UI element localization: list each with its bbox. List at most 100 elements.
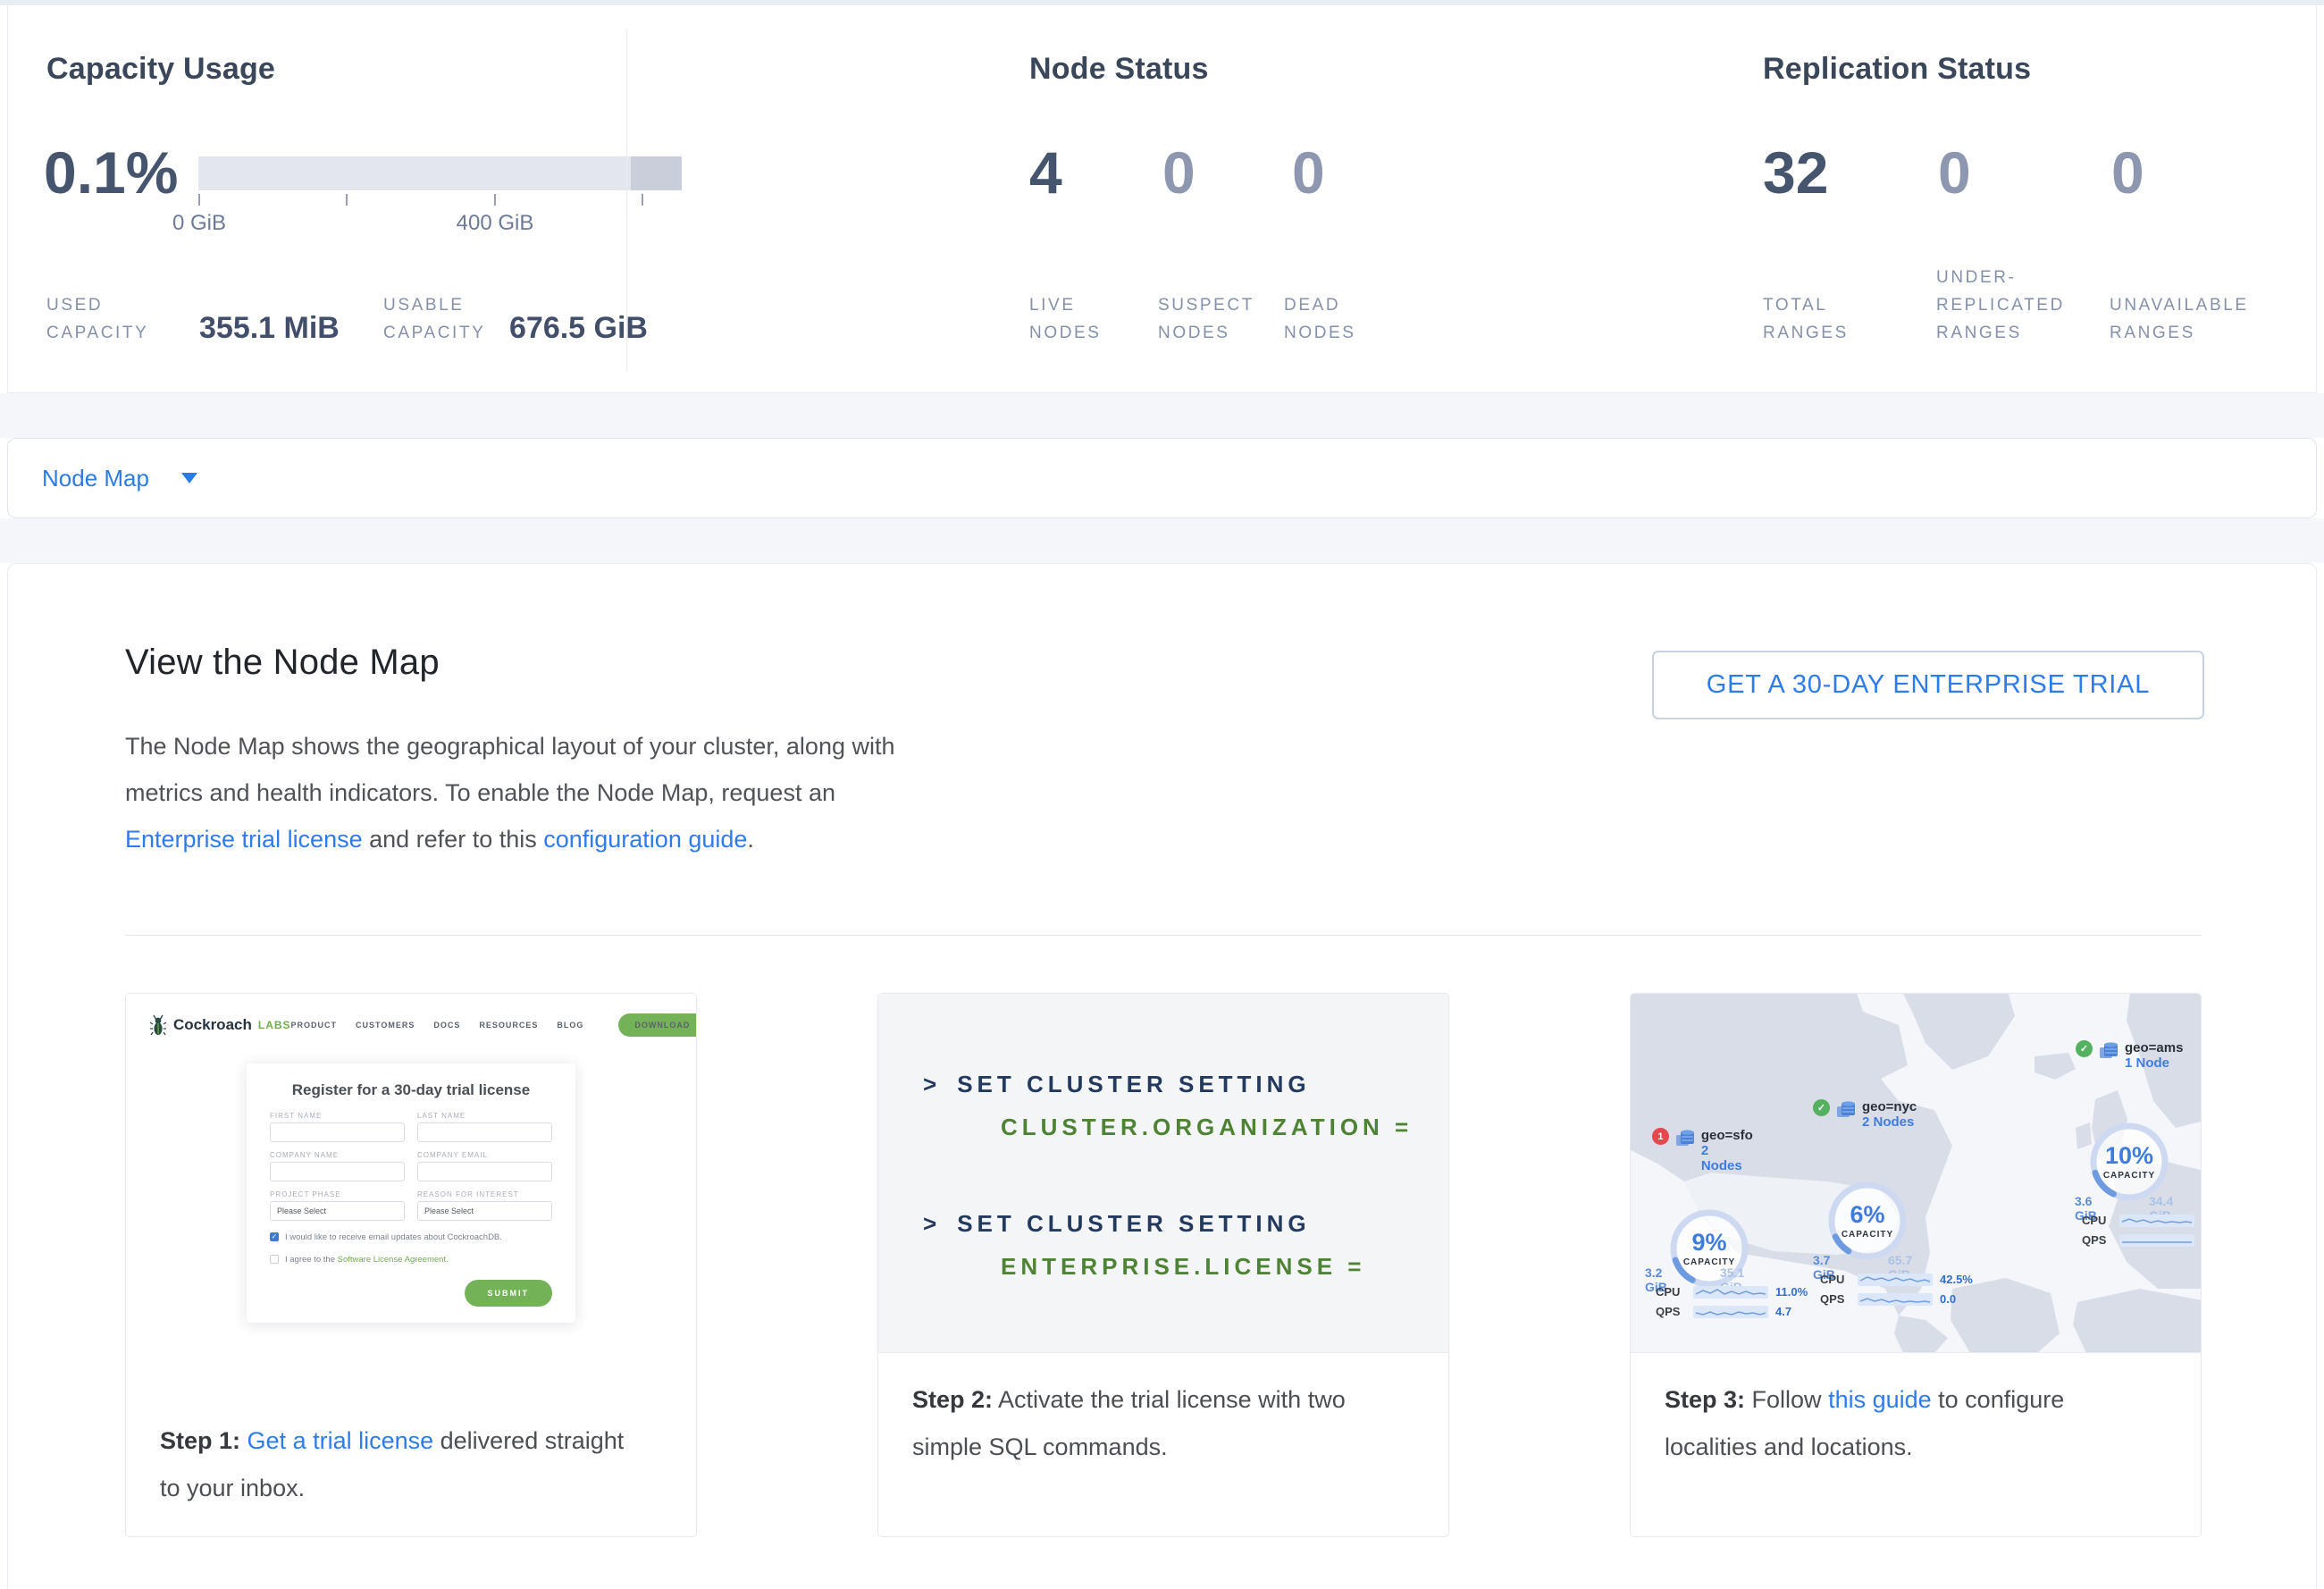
mini-field: FIRST NAME <box>270 1112 405 1142</box>
unavailable-label: UNAVAILABLE RANGES <box>2110 291 2249 347</box>
step3-caption-pre: Follow <box>1745 1386 1828 1413</box>
cpu-value: 42.5% <box>1940 1273 1973 1286</box>
qps-label: QPS <box>2082 1233 2112 1247</box>
capacity-usage-title: Capacity Usage <box>46 52 275 87</box>
mini-field-label: COMPANY NAME <box>270 1151 405 1159</box>
node-status-title: Node Status <box>1029 52 1209 87</box>
dead-nodes-count: 0 <box>1292 141 1325 204</box>
cpu-label: CPU <box>1820 1273 1850 1286</box>
used-capacity-value: 355.1 MiB <box>199 311 340 346</box>
suspect-nodes-label: SUSPECT NODES <box>1158 291 1254 347</box>
total-ranges-label: TOTAL RANGES <box>1763 291 1849 347</box>
step1-label: Step 1: <box>160 1427 240 1454</box>
mini-checkbox-text: I would like to receive email updates ab… <box>285 1232 502 1243</box>
qps-row: QPS 0.0 <box>1820 1292 1956 1306</box>
replication-status-title: Replication Status <box>1763 52 2031 87</box>
capacity-gauge: 6% CAPACITY <box>1823 1176 1912 1265</box>
cockroach-labs-logo: Cockroach LABS <box>149 1014 291 1036</box>
gauge-percent: 10% <box>2105 1142 2153 1169</box>
cpu-row: CPU 12.3% <box>2082 1214 2201 1227</box>
warning-badge-icon: 1 <box>1652 1128 1669 1145</box>
mini-submit-button: SUBMIT <box>465 1280 553 1307</box>
cpu-label: CPU <box>1656 1285 1686 1299</box>
sql-setting: CLUSTER.ORGANIZATION = <box>1001 1114 1413 1141</box>
live-nodes-count: 4 <box>1029 141 1062 204</box>
mini-text-input <box>417 1122 552 1142</box>
node-map-placeholder-panel: View the Node Map The Node Map shows the… <box>7 563 2317 1589</box>
step2-label: Step 2: <box>912 1386 993 1413</box>
node-map-dropdown[interactable]: Node Map <box>7 438 2317 518</box>
mini-nav: PRODUCT CUSTOMERS DOCS RESOURCES BLOG DO… <box>291 1013 697 1037</box>
get-trial-license-link[interactable]: Get a trial license <box>248 1427 434 1454</box>
cpu-sparkline <box>2119 1215 2194 1227</box>
sql-line: > SET CLUSTER SETTING <box>923 1071 1311 1098</box>
mini-form-title: Register for a 30-day trial license <box>270 1081 552 1099</box>
mini-site-header: Cockroach LABS PRODUCT CUSTOMERS DOCS RE… <box>126 994 696 1037</box>
mini-checkbox-row: ✓ I would like to receive email updates … <box>270 1232 552 1243</box>
sql-keyword: SET CLUSTER SETTING <box>957 1071 1310 1097</box>
mini-nav-item: BLOG <box>557 1021 583 1030</box>
gauge-capacity-label: CAPACITY <box>1842 1230 1893 1240</box>
live-nodes-label: LIVE NODES <box>1029 291 1102 347</box>
cpu-value: 11.0% <box>1775 1285 1808 1299</box>
this-guide-link[interactable]: this guide <box>1828 1386 1932 1413</box>
sql-keyword: SET CLUSTER SETTING <box>957 1210 1310 1237</box>
intro-text-3: . <box>747 826 754 853</box>
register-page-screenshot: Cockroach LABS PRODUCT CUSTOMERS DOCS RE… <box>126 994 696 1394</box>
mini-nav-item: CUSTOMERS <box>356 1021 415 1030</box>
brand-labs: LABS <box>258 1019 291 1031</box>
mini-field: PROJECT PHASE Please Select <box>270 1190 405 1221</box>
mini-submit-row: SUBMIT <box>270 1280 552 1307</box>
mini-checkbox-text-plain: I agree to the <box>285 1255 338 1265</box>
spacer-band <box>0 518 2324 563</box>
enterprise-trial-license-link[interactable]: Enterprise trial license <box>125 826 363 853</box>
intro-text-1: The Node Map shows the geographical layo… <box>125 733 895 806</box>
used-capacity-label: USED CAPACITY <box>46 291 148 347</box>
mini-select: Please Select <box>270 1201 405 1221</box>
locality-node-count: 2 Nodes <box>1862 1114 1917 1130</box>
sql-prompt: > <box>923 1071 941 1097</box>
mini-text-input <box>270 1162 405 1181</box>
configuration-guide-link[interactable]: configuration guide <box>543 826 747 853</box>
suspect-nodes-count: 0 <box>1162 141 1196 204</box>
step2-card: > SET CLUSTER SETTING CLUSTER.ORGANIZATIO… <box>877 993 1449 1537</box>
cockroach-icon <box>149 1014 167 1036</box>
qps-sparkline <box>1693 1306 1768 1318</box>
axis-tick-label-0: 0 GiB <box>172 211 226 236</box>
empty-checkbox-icon <box>270 1255 279 1264</box>
mini-checkbox-text: I agree to the Software License Agreemen… <box>285 1254 449 1265</box>
mini-nav-item: DOCS <box>433 1021 460 1030</box>
total-ranges-count: 32 <box>1763 141 1828 204</box>
healthy-badge-icon: ✓ <box>1813 1099 1830 1116</box>
cpu-label: CPU <box>2082 1214 2112 1227</box>
axis-tick <box>494 194 496 206</box>
step1-caption: Step 1: Get a trial license delivered st… <box>126 1394 662 1512</box>
axis-tick <box>198 194 200 206</box>
mini-nav-item: RESOURCES <box>479 1021 538 1030</box>
mini-select: Please Select <box>417 1201 552 1221</box>
axis-tick-label-400: 400 GiB <box>457 211 534 236</box>
step3-card: 1 geo=sfo 2 Nodes <box>1630 993 2202 1537</box>
sql-commands-illustration: > SET CLUSTER SETTING CLUSTER.ORGANIZATIO… <box>878 994 1448 1353</box>
mini-license-link: Software License Agreement. <box>338 1255 449 1265</box>
locality-name: geo=ams <box>2125 1040 2183 1055</box>
mini-field: LAST NAME <box>417 1112 552 1142</box>
section-divider <box>626 30 627 372</box>
enterprise-trial-button[interactable]: GET A 30-DAY ENTERPRISE TRIAL <box>1652 651 2204 719</box>
sql-setting: ENTERPRISE.LICENSE = <box>1001 1253 1365 1281</box>
chevron-down-icon <box>181 473 197 483</box>
qps-sparkline <box>1858 1293 1933 1306</box>
capacity-bar-dark-segment <box>631 156 682 190</box>
page-title: View the Node Map <box>125 643 440 683</box>
mini-form-grid: FIRST NAME LAST NAME COMPANY NAME C <box>270 1112 552 1221</box>
spacer-band <box>0 393 2324 438</box>
axis-tick <box>642 194 643 206</box>
cpu-row: CPU 11.0% <box>1656 1285 1808 1299</box>
gauge-capacity-label: CAPACITY <box>2103 1171 2155 1181</box>
locality-nyc-header: ✓ geo=nyc 2 Nodes <box>1813 1099 1917 1130</box>
step3-label: Step 3: <box>1665 1386 1745 1413</box>
mini-field-label: PROJECT PHASE <box>270 1190 405 1198</box>
gauge-percent: 6% <box>1850 1201 1884 1228</box>
step2-caption: Step 2: Activate the trial license with … <box>878 1353 1414 1471</box>
database-stack-icon <box>1835 1099 1857 1119</box>
